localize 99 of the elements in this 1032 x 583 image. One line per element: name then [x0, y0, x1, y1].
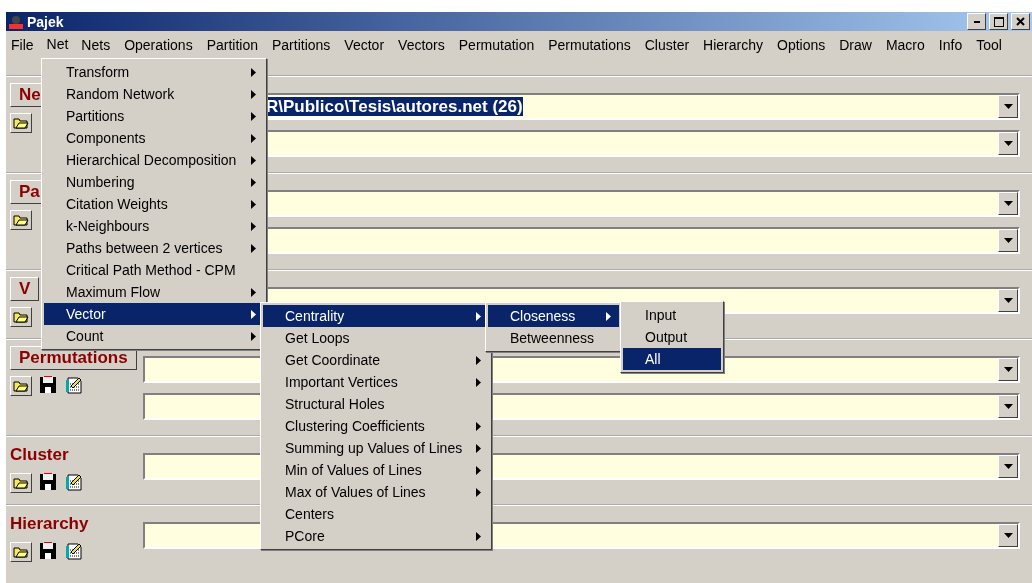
open-folder-icon[interactable]	[10, 210, 32, 230]
minimize-icon	[973, 20, 980, 23]
menu-item[interactable]: Count	[44, 325, 264, 347]
dropdown-button[interactable]	[998, 289, 1018, 312]
dropdown-button[interactable]	[998, 455, 1018, 478]
close-icon	[1016, 17, 1025, 26]
menu-item[interactable]: Get Loops	[263, 327, 489, 349]
dropdown-button[interactable]	[998, 395, 1018, 418]
submenu-arrow-icon	[251, 89, 256, 99]
open-folder-icon[interactable]	[10, 376, 32, 396]
maximize-button[interactable]	[989, 13, 1008, 30]
menu-item[interactable]: Closeness	[488, 305, 619, 327]
dropdown-arrow-icon	[1003, 201, 1013, 206]
submenu-arrow-icon	[251, 67, 256, 77]
menu-item[interactable]: All	[623, 348, 721, 370]
menu-item[interactable]: Output	[623, 326, 721, 348]
open-folder-icon[interactable]	[10, 473, 32, 493]
submenu-arrow-icon	[251, 133, 256, 143]
menu-item[interactable]: Operations	[119, 34, 201, 57]
menu-item[interactable]: Info	[933, 34, 971, 57]
dropdown-button[interactable]	[998, 95, 1018, 118]
dropdown-arrow-icon	[1003, 367, 1013, 372]
close-button[interactable]	[1011, 13, 1030, 30]
submenu-arrow-icon	[476, 443, 481, 453]
submenu-arrow-icon	[476, 355, 481, 365]
submenu-arrow-icon	[476, 531, 481, 541]
dropdown-button[interactable]	[998, 524, 1018, 547]
section-label: Hierarchy	[10, 513, 89, 535]
submenu-arrow-icon	[476, 465, 481, 475]
dropdown-button[interactable]	[998, 229, 1018, 252]
dropdown-arrow-icon	[1003, 141, 1013, 146]
dropdown-button[interactable]	[998, 358, 1018, 381]
menu-item[interactable]: Summing up Values of Lines	[263, 437, 489, 459]
menu-item[interactable]: Tool	[971, 34, 1010, 57]
dropdown-arrow-icon	[1003, 238, 1013, 243]
maximize-icon	[993, 16, 1004, 27]
menu-item[interactable]: k-Neighbours	[44, 215, 264, 237]
submenu-arrow-icon	[606, 311, 611, 321]
dropdown-button[interactable]	[998, 132, 1018, 155]
menu-item[interactable]: Get Coordinate	[263, 349, 489, 371]
menu-item[interactable]: Permutation	[453, 34, 543, 57]
menu-item[interactable]: Important Vertices	[263, 371, 489, 393]
submenu-arrow-icon	[251, 331, 256, 341]
menu-item[interactable]: Hierarchy	[698, 34, 771, 57]
open-folder-icon[interactable]	[10, 113, 32, 133]
submenu-arrow-icon	[251, 309, 256, 319]
dropdown-arrow-icon	[1003, 104, 1013, 109]
menu-item[interactable]: Maximum Flow	[44, 281, 264, 303]
document-pencil-icon[interactable]	[64, 376, 84, 394]
menu-item[interactable]: Cluster	[639, 34, 698, 57]
submenu-arrow-icon	[251, 111, 256, 121]
minimize-button[interactable]	[967, 13, 986, 30]
menu-item[interactable]: Clustering Coefficients	[263, 415, 489, 437]
menu-item[interactable]: Components	[44, 127, 264, 149]
submenu-arrow-icon	[251, 177, 256, 187]
menu-item[interactable]: Min of Values of Lines	[263, 459, 489, 481]
menu-item[interactable]: Centers	[263, 503, 489, 525]
dropdown-arrow-icon	[1003, 533, 1013, 538]
open-folder-icon[interactable]	[10, 542, 32, 562]
menu-item[interactable]: Draw	[834, 34, 880, 57]
app-logo-icon	[8, 13, 24, 30]
menu-item[interactable]: Transform	[44, 61, 264, 83]
menu-item[interactable]: Macro	[880, 34, 933, 57]
menu-item[interactable]: Partition	[201, 34, 266, 57]
submenu-arrow-icon	[476, 377, 481, 387]
menu-item[interactable]: Hierarchical Decomposition	[44, 149, 264, 171]
submenu-arrow-icon	[476, 487, 481, 497]
menu-item[interactable]: Permutations	[543, 34, 639, 57]
menu-item[interactable]: Net	[42, 34, 76, 55]
menu-item[interactable]: File	[6, 34, 42, 57]
submenu-arrow-icon	[251, 221, 256, 231]
submenu-arrow-icon	[251, 287, 256, 297]
window-title: Pajek	[27, 13, 65, 30]
menu-item[interactable]: Partitions	[267, 34, 339, 57]
menu-item[interactable]: Critical Path Method - CPM	[44, 259, 264, 281]
document-pencil-icon[interactable]	[64, 473, 84, 491]
dropdown-arrow-icon	[1003, 404, 1013, 409]
submenu-arrow-icon	[251, 243, 256, 253]
menu-item[interactable]: Paths between 2 vertices	[44, 237, 264, 259]
submenu-arrow-icon	[476, 421, 481, 431]
section-tab[interactable]: V	[10, 277, 40, 301]
menu-item[interactable]: Vectors	[393, 34, 453, 57]
submenu-arrow-icon	[476, 311, 481, 321]
section-label: Cluster	[10, 444, 69, 466]
dropdown-arrow-icon	[1003, 298, 1013, 303]
submenu-arrow-icon	[251, 199, 256, 209]
menu-item[interactable]: Max of Values of Lines	[263, 481, 489, 503]
menu-item[interactable]: Structural Holes	[263, 393, 489, 415]
menu-item[interactable]: Nets	[76, 34, 119, 57]
menu-item[interactable]: Betweenness	[488, 327, 619, 349]
dropdown-button[interactable]	[998, 192, 1018, 215]
document-pencil-icon[interactable]	[64, 542, 84, 560]
submenu-arrow-icon	[251, 155, 256, 165]
menu-item[interactable]: Input	[623, 304, 721, 326]
menu-item[interactable]: PCore	[263, 525, 489, 547]
menu-item[interactable]: Options	[772, 34, 834, 57]
dropdown-arrow-icon	[1003, 464, 1013, 469]
open-folder-icon[interactable]	[10, 307, 32, 327]
menu-item[interactable]: Vector	[339, 34, 393, 57]
